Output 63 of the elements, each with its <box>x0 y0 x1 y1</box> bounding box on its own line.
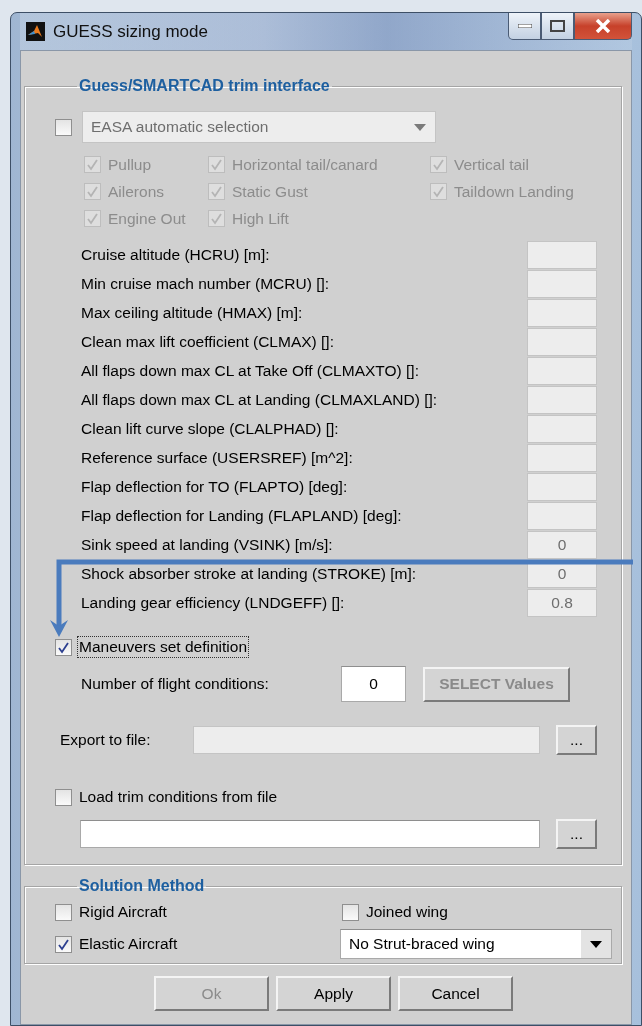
checkbox[interactable] <box>55 903 72 921</box>
dialog-button[interactable]: Cancel <box>398 976 513 1011</box>
field-label: Clean max lift coefficient (CLMAX) []: <box>81 332 335 351</box>
checkmark-icon <box>210 158 223 171</box>
checkbox-label: Engine Out <box>108 209 186 228</box>
field-label: Sink speed at landing (VSINK) [m/s]: <box>81 535 334 554</box>
window-title: GUESS sizing mode <box>53 21 208 42</box>
checkbox-label: Static Gust <box>232 182 308 201</box>
checkbox[interactable] <box>342 903 359 921</box>
field-label: Flap deflection for Landing (FLAPLAND) [deg]: <box>81 506 403 525</box>
checkbox-label: Maneuvers set definition <box>79 638 247 656</box>
field-label: Reference surface (USERSREF) [m^2]: <box>81 448 354 467</box>
checkbox-label: Rigid Aircraft <box>79 903 167 921</box>
close-button[interactable] <box>574 13 632 40</box>
checkmark-icon <box>57 640 70 654</box>
app-logo-icon <box>26 22 45 41</box>
field-label: Flap deflection for TO (FLAPTO) [deg]: <box>81 477 349 496</box>
field-label: All flaps down max CL at Take Off (CLMAXTO) []: <box>81 361 420 380</box>
maximize-button[interactable] <box>541 13 574 40</box>
dropdown[interactable]: No Strut-braced wing <box>340 929 612 959</box>
checkmark-icon <box>86 185 99 198</box>
checkmark-icon <box>86 212 99 225</box>
checkbox[interactable] <box>55 638 72 656</box>
browse-button[interactable]: ... <box>556 725 597 755</box>
input-field[interactable]: 0 <box>341 666 406 702</box>
input-field[interactable] <box>193 726 540 754</box>
field-label: Cruise altitude (HCRU) [m]: <box>81 245 271 264</box>
checkbox-label: Taildown Landing <box>454 182 574 201</box>
field-label: Export to file: <box>60 731 152 749</box>
checkbox-label: Elastic Aircraft <box>79 935 178 953</box>
checkmark-icon <box>86 158 99 171</box>
checkbox-label: High Lift <box>232 209 289 228</box>
checkmark-icon <box>210 212 223 225</box>
checkmark-icon <box>432 158 445 171</box>
field-label: Shock absorber stroke at landing (STROKE) [m]: <box>81 564 418 583</box>
dropdown-arrow-icon <box>590 940 602 948</box>
browse-button[interactable]: ... <box>556 819 597 849</box>
field-label: Landing gear efficiency (LNDGEFF) []: <box>81 593 346 612</box>
checkbox-label: Load trim conditions from file <box>79 788 278 806</box>
maximize-icon <box>550 20 565 32</box>
minimize-icon <box>517 24 532 28</box>
dialog-button[interactable]: Apply <box>276 976 391 1011</box>
checkbox-label: Horizontal tail/canard <box>232 155 378 174</box>
checkbox-label: Ailerons <box>108 182 164 201</box>
minimize-button[interactable] <box>508 13 541 40</box>
group-title: Guess/SMARTCAD trim interface <box>78 77 331 95</box>
checkbox[interactable] <box>55 935 72 953</box>
field-label: Number of flight conditions: <box>81 675 270 693</box>
checkmark-icon <box>432 185 445 198</box>
checkbox[interactable] <box>55 788 72 806</box>
checkbox-label: Joined wing <box>366 903 448 921</box>
field-label: All flaps down max CL at Landing (CLMAXLAND) []: <box>81 390 439 409</box>
close-icon <box>595 19 611 33</box>
checkmark-icon <box>210 185 223 198</box>
group-title: Solution Method <box>78 877 206 895</box>
input-field[interactable] <box>80 820 540 848</box>
field-label: Min cruise mach number (MCRU) []: <box>81 274 331 293</box>
checkbox-label: Vertical tail <box>454 155 529 174</box>
checkbox-label: Pullup <box>108 155 152 174</box>
checkmark-icon <box>57 937 70 951</box>
dropdown-arrow-icon <box>414 123 426 131</box>
field-label: Max ceiling altitude (HMAX) [m]: <box>81 303 304 322</box>
field-label: Clean lift curve slope (CLALPHAD) []: <box>81 419 340 438</box>
